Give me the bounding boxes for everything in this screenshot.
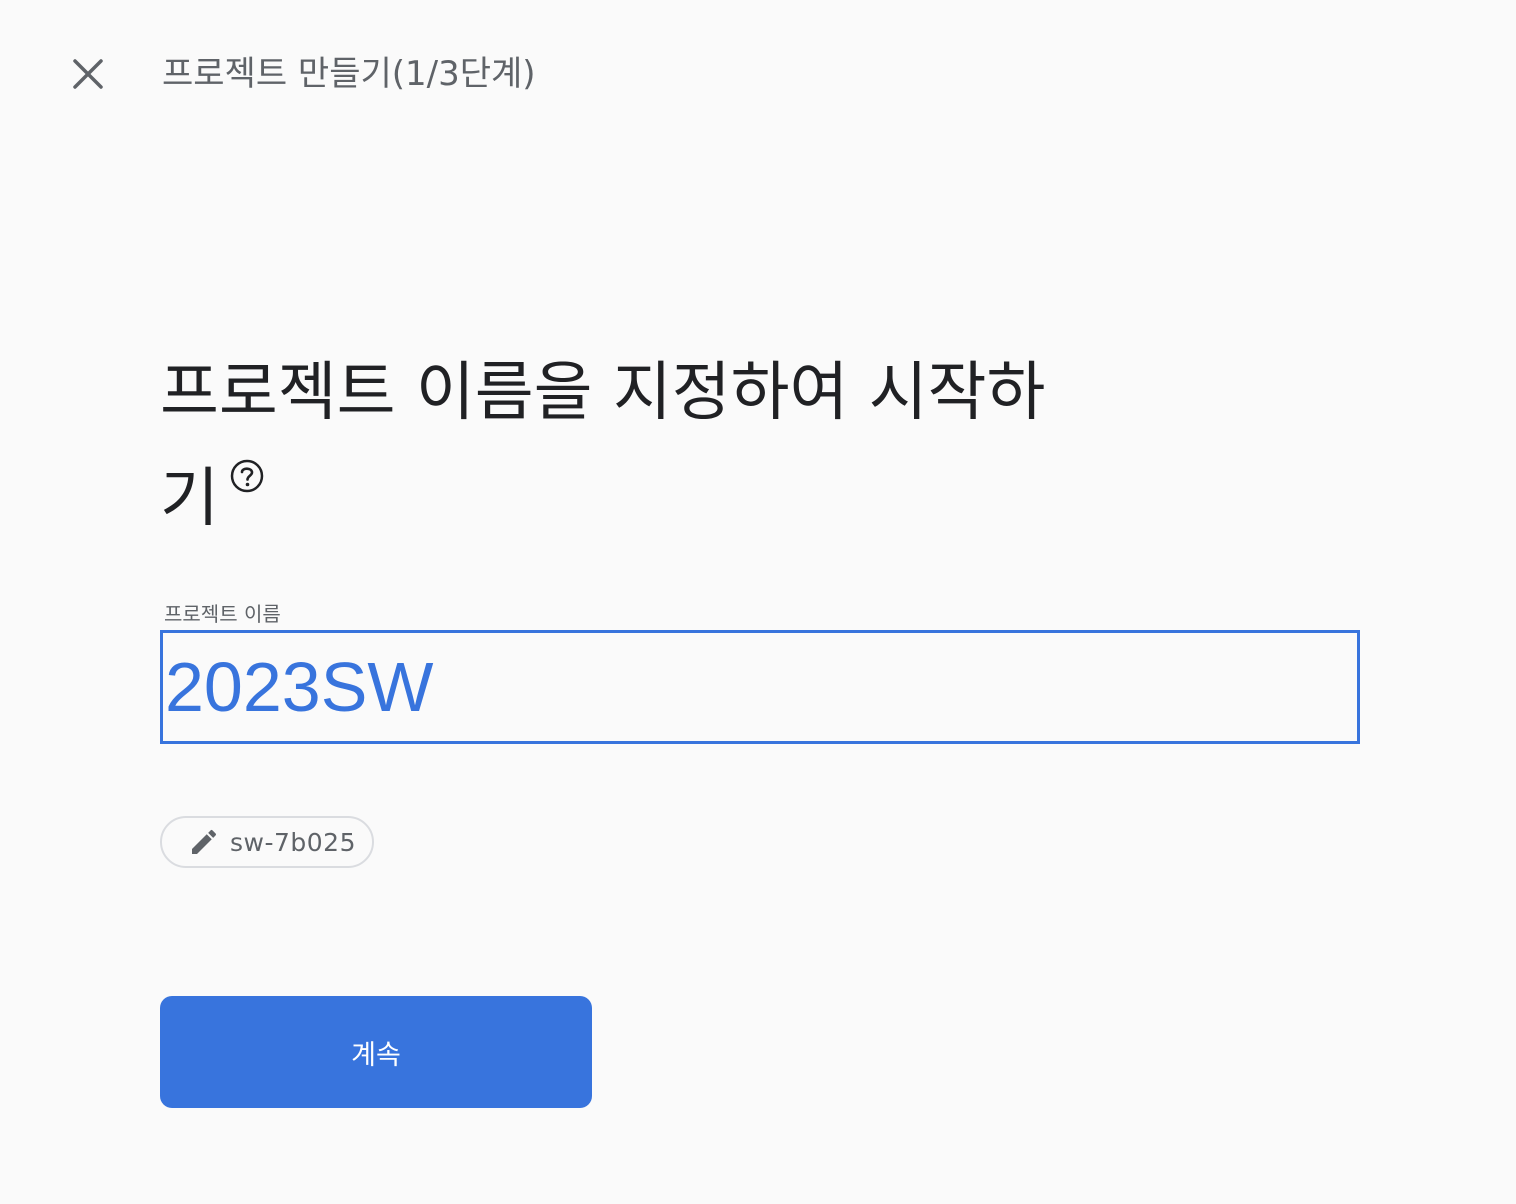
top-bar: 프로젝트 만들기(1/3단계) xyxy=(0,0,1516,150)
project-id-text: sw-7b025 xyxy=(230,827,356,857)
heading-line-2: 기 xyxy=(160,462,219,536)
project-id-chip[interactable]: sw-7b025 xyxy=(160,816,374,868)
continue-button[interactable]: 계속 xyxy=(160,996,592,1108)
close-icon xyxy=(73,59,103,89)
page-heading: 프로젝트 이름을 지정하여 시작하 기 xyxy=(160,340,1120,552)
project-name-label: 프로젝트 이름 xyxy=(164,602,281,626)
project-name-input[interactable] xyxy=(160,630,1360,744)
close-button[interactable] xyxy=(64,50,112,98)
pencil-icon xyxy=(192,829,217,854)
step-title: 프로젝트 만들기(1/3단계) xyxy=(162,54,536,94)
heading-line-1: 프로젝트 이름을 지정하여 시작하 xyxy=(160,356,1046,430)
help-circle-icon[interactable] xyxy=(229,458,265,494)
